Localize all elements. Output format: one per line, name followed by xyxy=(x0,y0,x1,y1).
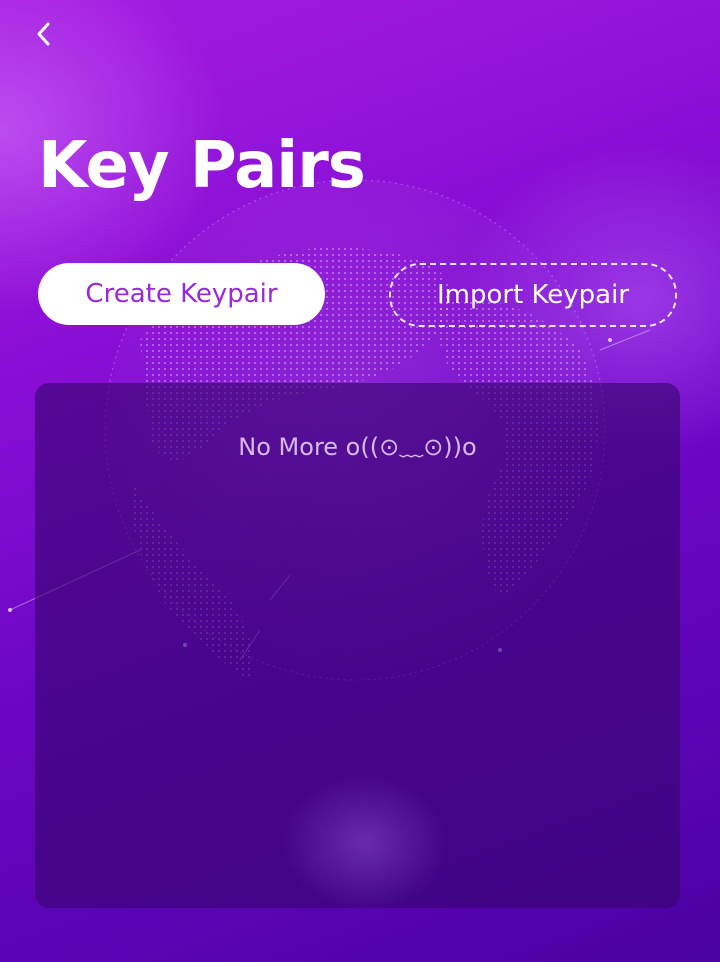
page-title: Key Pairs xyxy=(38,129,366,203)
import-keypair-button[interactable]: Import Keypair xyxy=(389,263,677,327)
chevron-left-icon xyxy=(37,22,50,46)
back-button[interactable] xyxy=(28,18,60,50)
create-keypair-button[interactable]: Create Keypair xyxy=(38,263,325,325)
keypair-list-panel: No More o((⊙﹏⊙))o xyxy=(35,383,680,908)
empty-state-text: No More o((⊙﹏⊙))o xyxy=(238,433,477,461)
